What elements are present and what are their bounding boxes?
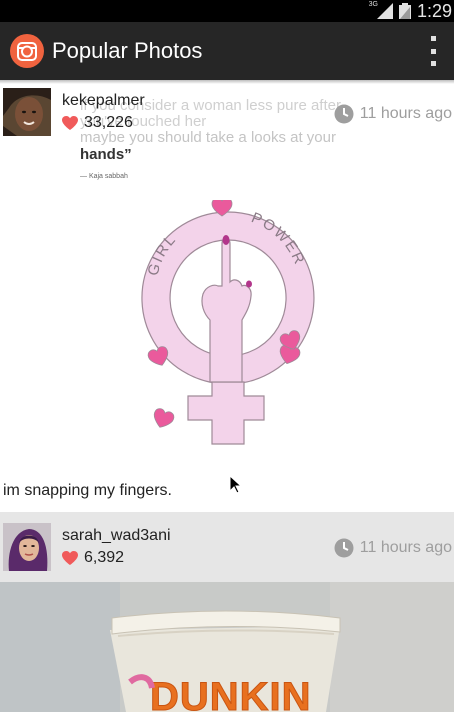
post-caption: im snapping my fingers. [3,482,172,499]
like-count: 33,226 [62,114,133,132]
clock-time: 1:29 [416,1,452,21]
cup-brand-text: DUNKIN [150,675,312,712]
post-card[interactable]: if you consider a woman less pure after … [0,84,454,512]
username[interactable]: sarah_wad3ani [62,527,171,545]
girl-power-symbol: GIRL POWER [141,200,315,445]
heart-icon[interactable] [62,551,78,565]
avatar[interactable] [3,88,51,136]
like-count: 6,392 [62,549,124,567]
overflow-menu-icon[interactable] [426,36,440,66]
battery-icon [398,3,411,19]
mouse-cursor-icon [230,476,242,494]
timestamp: 11 hours ago [334,104,452,124]
post-photo[interactable]: DUNKIN [0,582,454,712]
username[interactable]: kekepalmer [62,92,145,110]
timestamp: 11 hours ago [334,538,452,558]
like-count-value: 6,392 [84,549,125,566]
avatar[interactable] [3,523,51,571]
page-title: Popular Photos [52,38,203,63]
status-icons: 1:29 [376,0,454,22]
timestamp-text: 11 hours ago [359,539,452,556]
like-count-value: 33,226 [84,114,133,131]
status-bar: 3G 1:29 [0,0,454,22]
camera-app-icon[interactable] [10,34,44,68]
timestamp-text: 11 hours ago [359,105,452,122]
post-photo[interactable]: if you consider a woman less pure after … [0,84,454,480]
quote-author: — Kaja sabbah [80,173,128,180]
signal-icon [376,3,393,19]
quote-emphasis: hands” [80,146,132,163]
heart-icon[interactable] [62,116,78,130]
clock-icon [334,538,354,558]
screen: 3G 1:29 Popular Photos if you consider a… [0,0,454,712]
clock-icon [334,104,354,124]
post-header[interactable]: sarah_wad3ani 6,392 11 hours ago [0,512,454,582]
app-bar: Popular Photos [0,22,454,80]
